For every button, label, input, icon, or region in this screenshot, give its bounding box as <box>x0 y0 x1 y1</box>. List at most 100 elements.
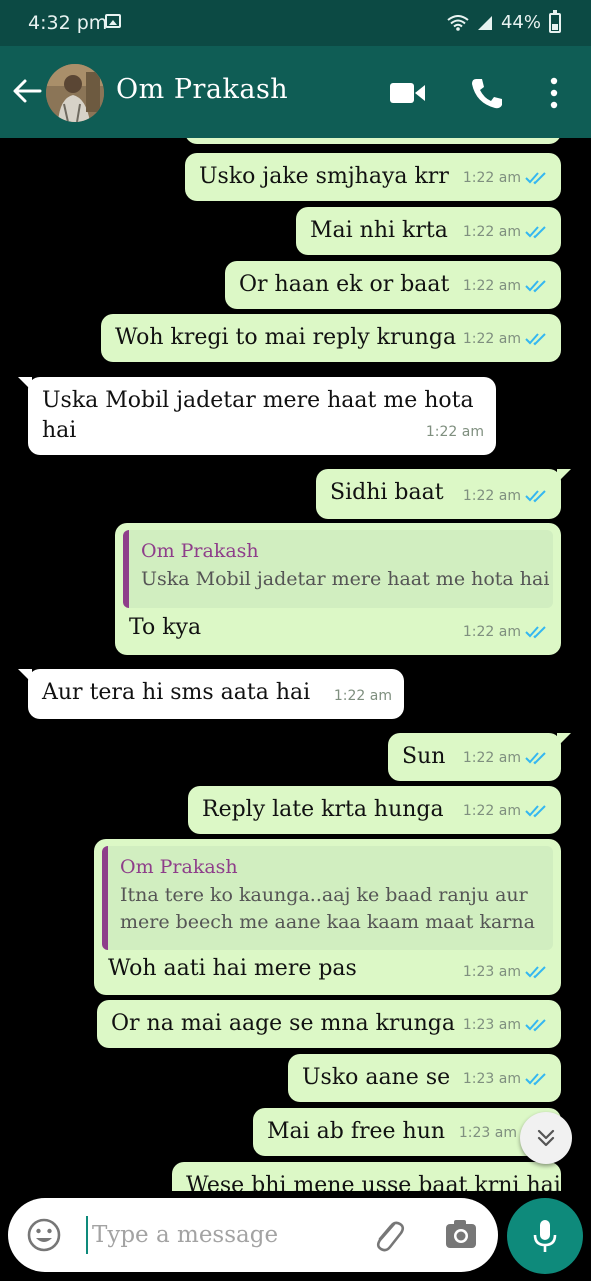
message-time: 1:22 am <box>462 170 521 186</box>
attach-icon[interactable] <box>370 1216 406 1254</box>
message-time: 1:22 am <box>425 424 484 440</box>
message-bubble[interactable]: Mai nhi krta 1:22 am <box>296 207 561 255</box>
chat-header: Om Prakash <box>0 46 591 138</box>
message-text: Mai nhi krta <box>310 218 448 243</box>
message-text: Usko jake smjhaya krr <box>199 164 449 189</box>
video-call-icon[interactable] <box>388 76 428 110</box>
message-bubble[interactable]: Reply late krta hunga 1:22 am <box>188 786 561 834</box>
quoted-message[interactable]: Om Prakash Itna tere ko kaunga..aaj ke b… <box>102 846 553 950</box>
contact-name[interactable]: Om Prakash <box>116 74 288 105</box>
read-ticks-icon <box>525 280 546 293</box>
message-bubble[interactable]: Or na mai aage se mna krunga 1:23 am <box>97 1000 561 1048</box>
message-bubble[interactable]: Usko aane se 1:23 am <box>288 1054 561 1102</box>
scroll-to-bottom-button[interactable] <box>520 1112 572 1164</box>
message-time: 1:23 am <box>458 1125 517 1141</box>
mic-button[interactable] <box>507 1198 583 1274</box>
message-time: 1:22 am <box>462 624 521 640</box>
camera-icon[interactable] <box>444 1218 478 1252</box>
message-meta: 1:22 am <box>463 217 549 247</box>
message-bubble-partial[interactable]: Wese bhi mene usse baat krni hai <box>172 1162 561 1191</box>
more-options-icon[interactable] <box>540 76 568 110</box>
message-bubble-incoming[interactable]: Uska Mobil jadetar mere haat me hota hai… <box>18 377 496 455</box>
message-meta: 1:22 am <box>334 681 392 711</box>
read-ticks-icon <box>525 333 546 346</box>
read-ticks-icon <box>525 226 546 239</box>
status-right: 44% <box>447 9 561 33</box>
status-bar: 4:32 pm 44% <box>0 0 591 46</box>
message-text: Woh aati hai mere pas <box>108 956 357 981</box>
message-time: 1:22 am <box>462 750 521 766</box>
phone-icon[interactable] <box>468 76 508 110</box>
message-bubble[interactable]: Woh kregi to mai reply krunga 1:22 am <box>101 314 561 362</box>
quoted-sender: Om Prakash <box>120 856 238 878</box>
reply-message-bubble[interactable]: Om Prakash Uska Mobil jadetar mere haat … <box>115 523 561 655</box>
read-ticks-icon <box>525 1019 546 1032</box>
message-text: Or haan ek or baat <box>239 272 450 297</box>
back-arrow-icon[interactable] <box>10 74 44 108</box>
message-meta: 1:22 am <box>463 163 549 193</box>
gallery-notification-icon <box>105 14 121 28</box>
message-time: 1:23 am <box>462 964 521 980</box>
message-text: Wese bhi mene usse baat krni hai <box>186 1173 561 1191</box>
message-time: 1:22 am <box>333 688 392 704</box>
message-meta: 1:22 am <box>463 617 549 647</box>
message-text: Sidhi baat <box>330 480 444 505</box>
message-text: Mai ab free hun <box>267 1119 446 1144</box>
message-meta: 1:22 am <box>463 743 549 773</box>
reply-message-bubble[interactable]: Om Prakash Itna tere ko kaunga..aaj ke b… <box>94 839 561 995</box>
message-bubble[interactable]: Or haan ek or baat 1:22 am <box>225 261 561 309</box>
read-ticks-icon <box>525 1073 546 1086</box>
message-bubble[interactable]: Sidhi baat 1:22 am <box>316 469 571 519</box>
message-time: 1:23 am <box>462 1017 521 1033</box>
message-time: 1:22 am <box>462 224 521 240</box>
message-text: Woh kregi to mai reply krunga <box>115 325 457 350</box>
message-text: To kya <box>129 615 202 640</box>
message-text: Sun <box>402 744 446 769</box>
message-text: Or na mai aage se mna krunga <box>111 1011 455 1036</box>
message-meta: 1:23 am <box>463 1064 549 1094</box>
status-time: 4:32 pm <box>28 12 108 34</box>
message-meta: 1:23 am <box>463 957 549 987</box>
message-composer <box>8 1198 498 1272</box>
read-ticks-icon <box>525 966 546 979</box>
read-ticks-icon <box>525 172 546 185</box>
message-meta: 1:22 am <box>463 796 549 826</box>
quoted-message[interactable]: Om Prakash Uska Mobil jadetar mere haat … <box>123 530 553 608</box>
quoted-sender: Om Prakash <box>141 540 259 562</box>
message-bubble[interactable]: Sun 1:22 am <box>388 733 571 781</box>
message-time: 1:22 am <box>462 803 521 819</box>
message-text: Aur tera hi sms aata hai <box>42 680 311 705</box>
signal-icon <box>477 15 493 31</box>
read-ticks-icon <box>525 805 546 818</box>
battery-fill <box>552 23 558 30</box>
message-time: 1:22 am <box>462 278 521 294</box>
read-ticks-icon <box>525 626 546 639</box>
message-meta: 1:23 am <box>459 1118 517 1148</box>
quoted-text: Itna tere ko kaunga..aaj ke baad ranju a… <box>120 884 535 933</box>
message-text: Usko aane se <box>302 1065 451 1090</box>
mic-icon <box>533 1220 557 1252</box>
message-time: 1:22 am <box>462 488 521 504</box>
message-meta: 1:22 am <box>463 271 549 301</box>
message-meta: 1:22 am <box>463 324 549 354</box>
read-ticks-icon <box>525 490 546 503</box>
message-time: 1:22 am <box>462 331 521 347</box>
read-ticks-icon <box>525 752 546 765</box>
quoted-text: Uska Mobil jadetar mere haat me hota hai <box>141 568 550 590</box>
message-bubble[interactable]: Mai ab free hun 1:23 am <box>253 1108 561 1156</box>
chat-area[interactable]: Usko jake smjhaya krr 1:22 am Mai nhi kr… <box>0 138 591 1191</box>
emoji-icon[interactable] <box>26 1217 62 1253</box>
message-meta: 1:22 am <box>426 417 484 447</box>
message-meta: 1:22 am <box>463 481 549 511</box>
double-chevron-down-icon <box>537 1129 555 1147</box>
message-bubble[interactable]: Usko jake smjhaya krr 1:22 am <box>185 153 561 201</box>
message-bubble-partial[interactable] <box>185 138 561 144</box>
message-input[interactable] <box>86 1216 356 1254</box>
battery-percent: 44% <box>500 12 541 33</box>
message-meta: 1:23 am <box>463 1010 549 1040</box>
battery-icon <box>549 9 561 33</box>
message-bubble-incoming[interactable]: Aur tera hi sms aata hai 1:22 am <box>18 669 404 719</box>
wifi-icon <box>447 14 469 31</box>
avatar[interactable] <box>46 64 104 122</box>
message-text: Uska Mobil jadetar mere haat me hota hai <box>42 388 474 443</box>
